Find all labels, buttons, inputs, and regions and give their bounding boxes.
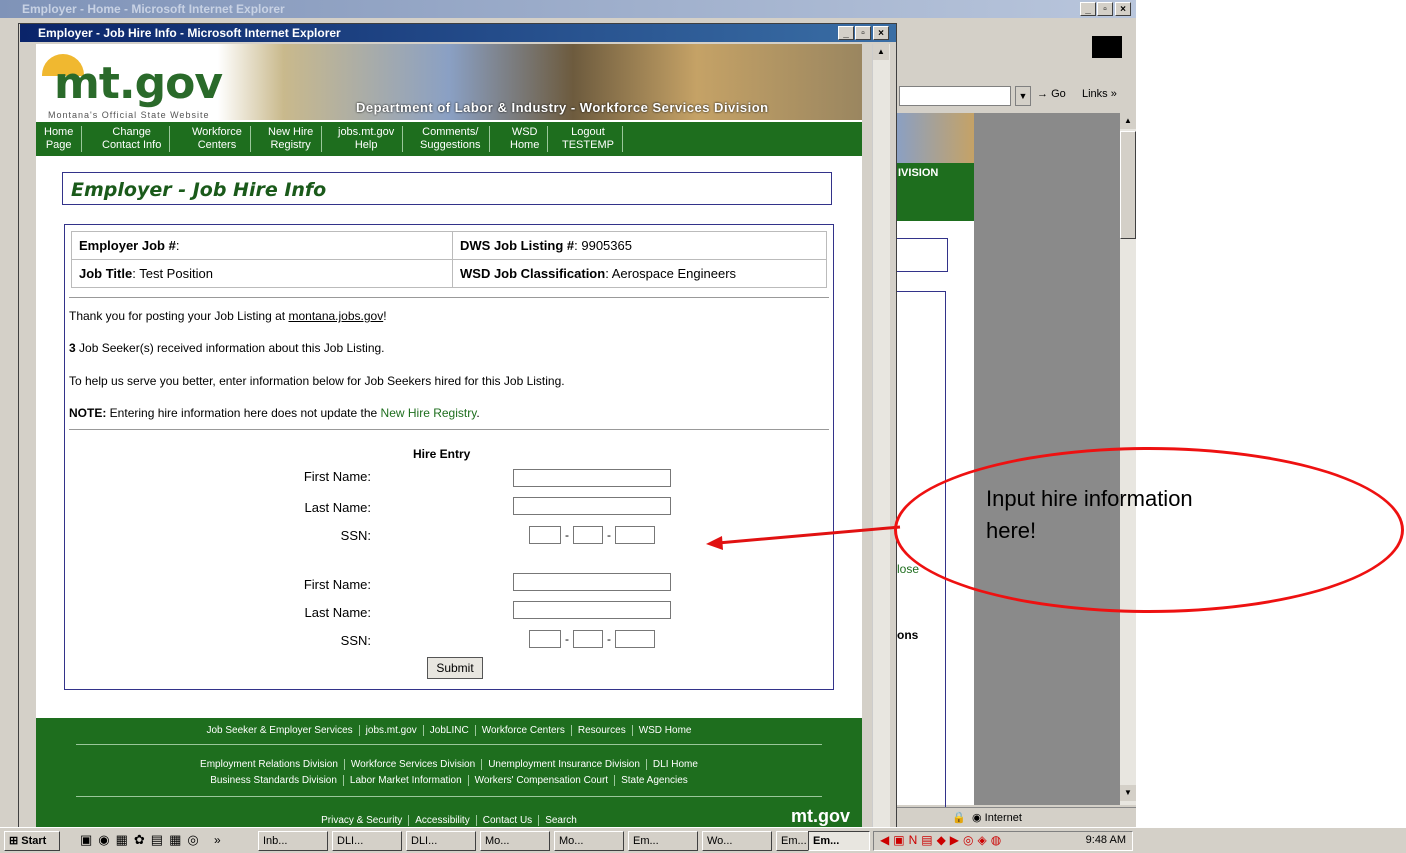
quick-launch-icons[interactable]: ▣◉▦✿▤▦◎ — [80, 832, 205, 848]
taskbar-button[interactable]: Wo... — [702, 831, 772, 851]
start-label: Start — [21, 835, 47, 847]
taskbar-button[interactable]: Em... — [628, 831, 698, 851]
taskbar-button[interactable]: DLI... — [406, 831, 476, 851]
quick-launch-more[interactable]: » — [214, 833, 221, 847]
taskbar: ⊞ Start ▣◉▦✿▤▦◎ » Inb... DLI... DLI... M… — [0, 827, 1406, 853]
annotation-line-2: here! — [986, 518, 1037, 543]
annotation-arrowhead-icon — [706, 536, 723, 550]
taskbar-button[interactable]: Inb... — [258, 831, 328, 851]
taskbar-button[interactable]: DLI... — [332, 831, 402, 851]
annotation-callout-text: Input hire information here! — [986, 483, 1193, 547]
taskbar-button[interactable]: Mo... — [554, 831, 624, 851]
annotation-arrow-line — [717, 525, 901, 545]
system-tray: ◀▣N▤◆▶◎◈◍ 9:48 AM — [873, 831, 1133, 851]
taskbar-button[interactable]: Mo... — [480, 831, 550, 851]
taskbar-button-active[interactable]: Em... — [808, 831, 870, 851]
start-button[interactable]: ⊞ Start — [4, 831, 60, 851]
annotation-overlay — [706, 525, 901, 550]
tray-icons[interactable]: ◀▣N▤◆▶◎◈◍ — [880, 833, 1005, 847]
annotation-line-1: Input hire information — [986, 486, 1193, 511]
clock: 9:48 AM — [1085, 834, 1126, 846]
